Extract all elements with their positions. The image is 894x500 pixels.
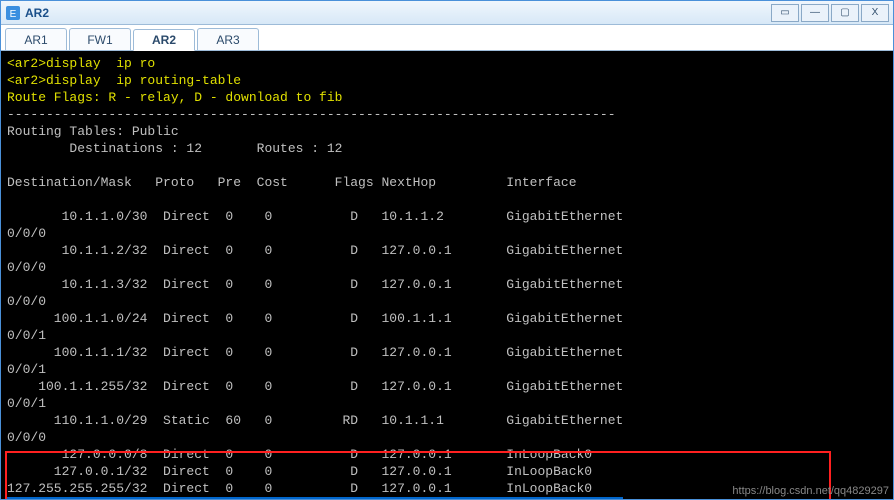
columns-header: Destination/Mask Proto Pre Cost Flags Ne… xyxy=(7,175,577,190)
window-controls: ▭ — ▢ X xyxy=(771,4,889,22)
route-row: 127.0.0.0/8 Direct 0 0 D 127.0.0.1 InLoo… xyxy=(7,447,592,462)
terminal-divider: ----------------------------------------… xyxy=(7,107,616,122)
window-title: AR2 xyxy=(25,6,771,20)
route-row: 110.1.1.0/29 Static 60 0 RD 10.1.1.1 Gig… xyxy=(7,413,623,428)
route-row: 127.0.0.1/32 Direct 0 0 D 127.0.0.1 InLo… xyxy=(7,464,592,479)
watermark: https://blog.csdn.net/qq4829297 xyxy=(732,485,889,497)
close-button[interactable]: X xyxy=(861,4,889,22)
route-row-selected: 200.1.1.0/24 EBGP 255 0 D 100.1.1.2 Giga… xyxy=(7,497,623,499)
route-row: 10.1.1.0/30 Direct 0 0 D 10.1.1.2 Gigabi… xyxy=(7,209,623,224)
svg-text:E: E xyxy=(10,9,17,20)
route-row: 100.1.1.1/32 Direct 0 0 D 127.0.0.1 Giga… xyxy=(7,345,623,360)
route-row-sub: 0/0/0 xyxy=(7,260,46,275)
route-row-sub: 0/0/0 xyxy=(7,430,46,445)
window: E AR2 ▭ — ▢ X AR1FW1AR2AR3 <ar2>display … xyxy=(0,0,894,500)
titlebar: E AR2 ▭ — ▢ X xyxy=(1,1,893,25)
tab-ar2[interactable]: AR2 xyxy=(133,29,195,51)
route-row: 100.1.1.255/32 Direct 0 0 D 127.0.0.1 Gi… xyxy=(7,379,623,394)
terminal[interactable]: <ar2>display ip ro <ar2>display ip routi… xyxy=(1,51,893,499)
route-row: 10.1.1.3/32 Direct 0 0 D 127.0.0.1 Gigab… xyxy=(7,277,623,292)
maximize-button[interactable]: ▢ xyxy=(831,4,859,22)
route-row-sub: 0/0/0 xyxy=(7,294,46,309)
app-icon: E xyxy=(5,5,21,21)
tab-fw1[interactable]: FW1 xyxy=(69,28,131,50)
terminal-line: Route Flags: R - relay, D - download to … xyxy=(7,90,342,105)
mode-button[interactable]: ▭ xyxy=(771,4,799,22)
tab-bar: AR1FW1AR2AR3 xyxy=(1,25,893,51)
terminal-line: Destinations : 12 Routes : 12 xyxy=(7,141,342,156)
route-row-sub: 0/0/1 xyxy=(7,362,46,377)
terminal-line: <ar2>display ip routing-table xyxy=(7,73,241,88)
tab-ar3[interactable]: AR3 xyxy=(197,28,259,50)
route-row-sub: 0/0/0 xyxy=(7,226,46,241)
route-row-sub: 0/0/1 xyxy=(7,328,46,343)
route-row: 100.1.1.0/24 Direct 0 0 D 100.1.1.1 Giga… xyxy=(7,311,623,326)
route-row: 127.255.255.255/32 Direct 0 0 D 127.0.0.… xyxy=(7,481,592,496)
terminal-line: <ar2>display ip ro xyxy=(7,56,155,71)
terminal-line: Routing Tables: Public xyxy=(7,124,179,139)
minimize-button[interactable]: — xyxy=(801,4,829,22)
route-row-sub: 0/0/1 xyxy=(7,396,46,411)
route-row: 10.1.1.2/32 Direct 0 0 D 127.0.0.1 Gigab… xyxy=(7,243,623,258)
tab-ar1[interactable]: AR1 xyxy=(5,28,67,50)
